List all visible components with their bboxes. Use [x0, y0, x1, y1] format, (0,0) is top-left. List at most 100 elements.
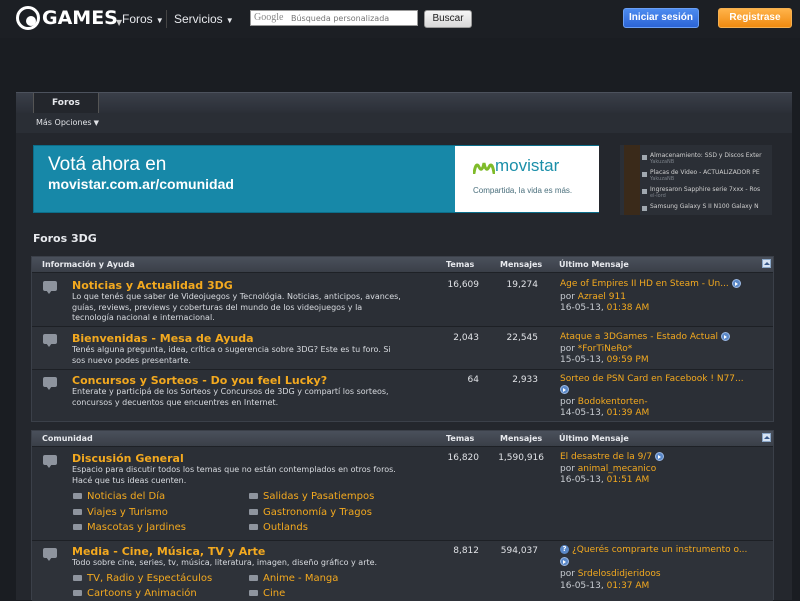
collapse-icon[interactable] [762, 433, 771, 442]
side-widget-item[interactable]: Almacenamiento: SSD y Discos Exter [650, 152, 762, 159]
subforum-label: Cartoons y Animación [87, 588, 197, 599]
tab-foros[interactable]: Foros [33, 93, 99, 113]
go-to-post-icon[interactable] [560, 385, 569, 394]
forum-mensajes-count: 22,545 [506, 333, 539, 343]
forum-temas-count: 2,043 [453, 333, 479, 343]
last-post-user[interactable]: Bodokentorten- [578, 397, 648, 407]
forum-temas-count: 64 [467, 375, 479, 385]
subforum-link[interactable]: Cartoons y Animación [73, 588, 197, 599]
last-post-title[interactable]: Age of Empires II HD en Steam - Un... [560, 279, 729, 289]
search-input[interactable] [291, 11, 416, 25]
last-post-user[interactable]: Azrael 911 [578, 292, 626, 302]
date-label: 16-05-13, [560, 303, 604, 313]
chevron-down-icon: ▼ [93, 119, 99, 127]
last-post-user[interactable]: Srdelosdidjeridoos [578, 569, 661, 579]
search-box[interactable]: Google [250, 10, 418, 26]
forum-temas-count: 8,812 [453, 546, 479, 556]
go-to-post-icon[interactable] [731, 279, 741, 288]
more-options-menu[interactable]: Más Opciones ▼ [36, 118, 99, 127]
by-label: por [560, 397, 575, 407]
forum-temas-count: 16,820 [447, 453, 480, 463]
by-label: por [560, 344, 575, 354]
chevron-down-icon: ▼ [225, 16, 234, 25]
forum-title[interactable]: Discusión General [72, 452, 184, 465]
site-logo[interactable]: GAMES ▼ [16, 6, 122, 30]
subforum-link[interactable]: Noticias del Día [73, 491, 165, 502]
go-to-post-icon[interactable] [655, 452, 665, 461]
last-post-date: 15-05-13, 09:59 PM [560, 355, 649, 365]
side-widget-item[interactable]: Samsung Galaxy S II N100 Galaxy N [650, 203, 759, 210]
register-button[interactable]: Registrase [718, 8, 792, 28]
subforum-link[interactable]: Salidas y Pasatiempos [249, 491, 374, 502]
subforum-label: Outlands [263, 522, 308, 533]
last-post-title[interactable]: ¿Querés comprarte un instrumento o... [572, 545, 747, 555]
more-options-label: Más Opciones [36, 118, 92, 127]
forum-temas-count: 16,609 [447, 280, 480, 290]
last-post-by: por animal_mecanico [560, 464, 656, 474]
nav-servicios[interactable]: Servicios ▼ [174, 12, 234, 26]
subforum-label: Salidas y Pasatiempos [263, 491, 375, 502]
last-post-time: 01:39 AM [606, 408, 650, 418]
logo-circle-icon [16, 6, 40, 30]
chevron-down-icon: ▼ [155, 16, 164, 25]
go-to-post-icon[interactable] [560, 557, 569, 566]
date-label: 14-05-13, [560, 408, 604, 418]
last-post: Sorteo de PSN Card en Facebook ! N77... [560, 374, 744, 384]
last-post-user[interactable]: *ForTiNeRo* [578, 344, 632, 354]
forum-title[interactable]: Media - Cine, Música, TV y Arte [72, 545, 265, 558]
forum-title[interactable]: Bienvenidas - Mesa de Ayuda [72, 332, 254, 345]
forum-row: Discusión General Espacio para discutir … [32, 447, 773, 541]
subforum-icon [249, 493, 258, 499]
last-post-by: por Srdelosdidjeridoos [560, 569, 661, 579]
last-post-time: 09:59 PM [606, 355, 649, 365]
last-post-date: 16-05-13, 01:51 AM [560, 475, 649, 485]
forum-status-icon [43, 548, 57, 561]
movistar-logo-icon [473, 162, 495, 174]
login-button[interactable]: Iniciar sesión [623, 8, 699, 28]
subforum-link[interactable]: Anime - Manga [249, 573, 338, 584]
subforum-icon [73, 509, 82, 515]
subforum-link[interactable]: Gastronomía y Tragos [249, 507, 372, 518]
subforum-link[interactable]: Outlands [249, 522, 308, 533]
forum-description: Enterate y participá de los Sorteos y Co… [72, 387, 389, 407]
subforum-icon [73, 575, 82, 581]
sub-navigation: Más Opciones ▼ [16, 113, 792, 133]
subforum-link[interactable]: Cine [249, 588, 285, 599]
subforum-label: TV, Radio y Espectáculos [87, 573, 213, 584]
section-header: Comunidad Temas Mensajes Último Mensaje [32, 431, 773, 447]
top-bar: GAMES ▼ Foros▼ Servicios▼ Google Buscar … [0, 0, 800, 38]
subforum-link[interactable]: TV, Radio y Espectáculos [73, 573, 212, 584]
movistar-ad-banner[interactable]: Votá ahora en movistar.com.ar/comunidad … [33, 145, 599, 213]
forum-title[interactable]: Noticias y Actualidad 3DG [72, 279, 233, 292]
column-header-temas: Temas [446, 260, 475, 269]
collapse-icon[interactable] [762, 259, 771, 268]
side-widget-item[interactable]: Ingresaron Sapphire serie 7xxx - Ros [650, 186, 760, 193]
forum-title[interactable]: Concursos y Sorteos - Do you feel Lucky? [72, 374, 327, 387]
subforum-icon [73, 590, 82, 596]
last-post-time: 01:38 AM [606, 303, 650, 313]
last-post-user[interactable]: animal_mecanico [578, 464, 656, 474]
subforum-icon [249, 524, 258, 530]
forum-description: Todo sobre cine, series, tv, música, lit… [72, 558, 378, 567]
forum-mensajes-count: 594,037 [500, 546, 538, 556]
nav-foros[interactable]: Foros ▼ [122, 12, 164, 26]
last-post-title[interactable]: Sorteo de PSN Card en Facebook ! N77... [560, 374, 744, 384]
forum-row: Bienvenidas - Mesa de Ayuda Tenés alguna… [32, 327, 773, 370]
subforum-label: Mascotas y Jardines [87, 522, 186, 533]
subforum-link[interactable]: Mascotas y Jardines [73, 522, 186, 533]
last-post-title[interactable]: Ataque a 3DGames - Estado Actual [560, 332, 718, 342]
section-title[interactable]: Información y Ayuda [42, 260, 135, 269]
forum-section-info: Información y Ayuda Temas Mensajes Últim… [31, 256, 774, 422]
last-post: Ataque a 3DGames - Estado Actual [560, 332, 731, 342]
last-post: El desastre de la 9/7 [560, 452, 665, 462]
go-to-post-icon[interactable] [721, 332, 731, 341]
section-title[interactable]: Comunidad [42, 434, 93, 443]
side-widget-item[interactable]: Placas de Video - ACTUALIZADOR PE [650, 169, 760, 176]
last-post-date: 16-05-13, 01:37 AM [560, 581, 649, 591]
last-post-title[interactable]: El desastre de la 9/7 [560, 452, 652, 462]
subforum-link[interactable]: Viajes y Turismo [73, 507, 168, 518]
last-post-by: por *ForTiNeRo* [560, 344, 632, 354]
subforum-icon [249, 509, 258, 515]
side-widget-image [624, 145, 640, 215]
search-button[interactable]: Buscar [424, 10, 472, 28]
